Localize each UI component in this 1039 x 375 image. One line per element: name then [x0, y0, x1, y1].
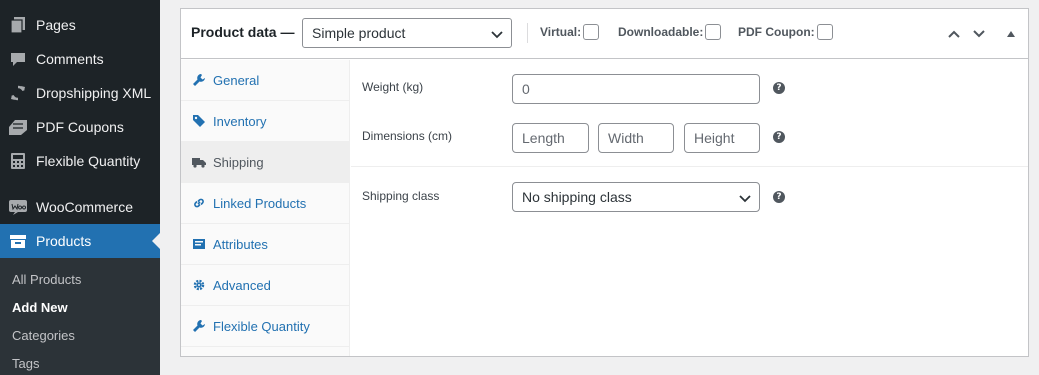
- pdf-coupon-checkbox-group[interactable]: PDF Coupon:: [738, 24, 833, 40]
- downloadable-checkbox[interactable]: [705, 24, 722, 40]
- product-data-metabox: Product data — Simple product Virtual: D…: [180, 8, 1029, 357]
- woocommerce-icon: [8, 197, 28, 217]
- calculator-icon: [8, 151, 28, 171]
- product-type-value: Simple product: [312, 25, 406, 41]
- shipping-class-select[interactable]: No shipping class: [512, 182, 760, 212]
- dimensions-help-icon[interactable]: ?: [773, 131, 785, 143]
- wrench-icon: [191, 318, 207, 334]
- menu-item-dropshipping-xml[interactable]: Dropshipping XML: [0, 76, 160, 110]
- admin-sidebar: Pages Comments Dropshipping XML PDF Coup…: [0, 0, 160, 375]
- shipping-class-label: Shipping class: [362, 189, 440, 203]
- shipping-panel: Weight (kg) 0 ? Dimensions (cm) Length W…: [351, 60, 1028, 356]
- pdf-coupon-checkbox[interactable]: [816, 24, 833, 40]
- chevron-down-icon: [491, 31, 503, 39]
- tab-flexible-quantity[interactable]: Flexible Quantity: [181, 306, 350, 347]
- tab-general[interactable]: General: [181, 60, 350, 101]
- menu-label-woocommerce: WooCommerce: [36, 199, 133, 215]
- list-icon: [191, 236, 207, 252]
- menu-label-dropshipping-xml: Dropshipping XML: [36, 85, 152, 101]
- submenu-all-products[interactable]: All Products: [12, 272, 81, 287]
- triangle-up-icon: [1007, 31, 1015, 37]
- products-submenu: All Products Add New Categories Tags: [0, 258, 160, 375]
- toggle-panel-button[interactable]: [1001, 24, 1021, 44]
- menu-label-flexible-quantity: Flexible Quantity: [36, 153, 141, 169]
- wrench-icon: [191, 72, 207, 88]
- tab-shipping[interactable]: Shipping: [181, 142, 350, 183]
- downloadable-label: Downloadable:: [618, 25, 704, 39]
- menu-label-pages: Pages: [36, 17, 76, 33]
- weight-label: Weight (kg): [362, 80, 424, 94]
- product-data-tabs: General Inventory Shipping Linked Produc…: [181, 60, 350, 356]
- shipping-class-help-icon[interactable]: ?: [773, 191, 785, 203]
- dimensions-label: Dimensions (cm): [362, 129, 453, 143]
- length-input[interactable]: Length: [512, 123, 589, 153]
- tab-label-attributes: Attributes: [213, 236, 268, 252]
- tab-attributes[interactable]: Attributes: [181, 224, 350, 265]
- shipping-class-value: No shipping class: [522, 189, 632, 205]
- menu-item-products[interactable]: Products: [0, 224, 160, 258]
- comments-icon: [8, 49, 28, 69]
- chevron-up-icon: [948, 30, 960, 38]
- menu-item-flexible-quantity[interactable]: Flexible Quantity: [0, 144, 160, 178]
- tab-label-inventory: Inventory: [213, 113, 267, 129]
- height-input[interactable]: Height: [684, 123, 760, 153]
- chevron-down-icon: [973, 30, 985, 38]
- pages-icon: [8, 15, 28, 35]
- pdf-coupon-label: PDF Coupon:: [738, 25, 815, 39]
- tab-label-flexible-quantity: Flexible Quantity: [213, 318, 310, 334]
- width-input[interactable]: Width: [598, 123, 674, 153]
- refresh-icon: [8, 83, 28, 103]
- product-data-title: Product data —: [191, 24, 295, 40]
- downloadable-checkbox-group[interactable]: Downloadable:: [618, 24, 722, 40]
- submenu-tags[interactable]: Tags: [12, 356, 39, 371]
- tag-icon: [191, 113, 207, 129]
- chevron-down-icon: [739, 195, 751, 203]
- submenu-add-new[interactable]: Add New: [12, 300, 68, 315]
- metabox-header: Product data — Simple product Virtual: D…: [181, 9, 1028, 59]
- tab-advanced[interactable]: Advanced: [181, 265, 350, 306]
- submenu-categories[interactable]: Categories: [12, 328, 75, 343]
- tab-label-general: General: [213, 72, 260, 88]
- virtual-checkbox-group[interactable]: Virtual:: [540, 24, 600, 40]
- truck-icon: [191, 154, 207, 170]
- tab-label-advanced: Advanced: [213, 277, 271, 293]
- move-up-button[interactable]: [944, 24, 964, 44]
- menu-item-pdf-coupons[interactable]: PDF Coupons: [0, 110, 160, 144]
- move-down-button[interactable]: [969, 24, 989, 44]
- menu-label-products: Products: [36, 233, 92, 249]
- menu-item-woocommerce[interactable]: WooCommerce: [0, 190, 160, 224]
- tab-label-linked-products: Linked Products: [213, 195, 307, 211]
- section-divider: [351, 166, 1028, 167]
- menu-item-pages[interactable]: Pages: [0, 8, 160, 42]
- header-divider: [527, 23, 528, 43]
- virtual-checkbox[interactable]: [583, 24, 600, 40]
- tab-label-shipping: Shipping: [213, 154, 264, 170]
- archive-icon: [8, 231, 28, 251]
- gear-icon: [191, 277, 207, 293]
- product-type-select[interactable]: Simple product: [302, 18, 512, 48]
- tab-linked-products[interactable]: Linked Products: [181, 183, 350, 224]
- menu-label-comments: Comments: [36, 51, 104, 67]
- link-icon: [191, 195, 207, 211]
- virtual-label: Virtual:: [540, 25, 582, 39]
- tab-inventory[interactable]: Inventory: [181, 101, 350, 142]
- menu-label-pdf-coupons: PDF Coupons: [36, 119, 124, 135]
- menu-item-comments[interactable]: Comments: [0, 42, 160, 76]
- weight-input[interactable]: 0: [512, 74, 760, 104]
- weight-help-icon[interactable]: ?: [773, 82, 785, 94]
- coupons-icon: [8, 117, 28, 137]
- active-menu-arrow: [152, 233, 160, 249]
